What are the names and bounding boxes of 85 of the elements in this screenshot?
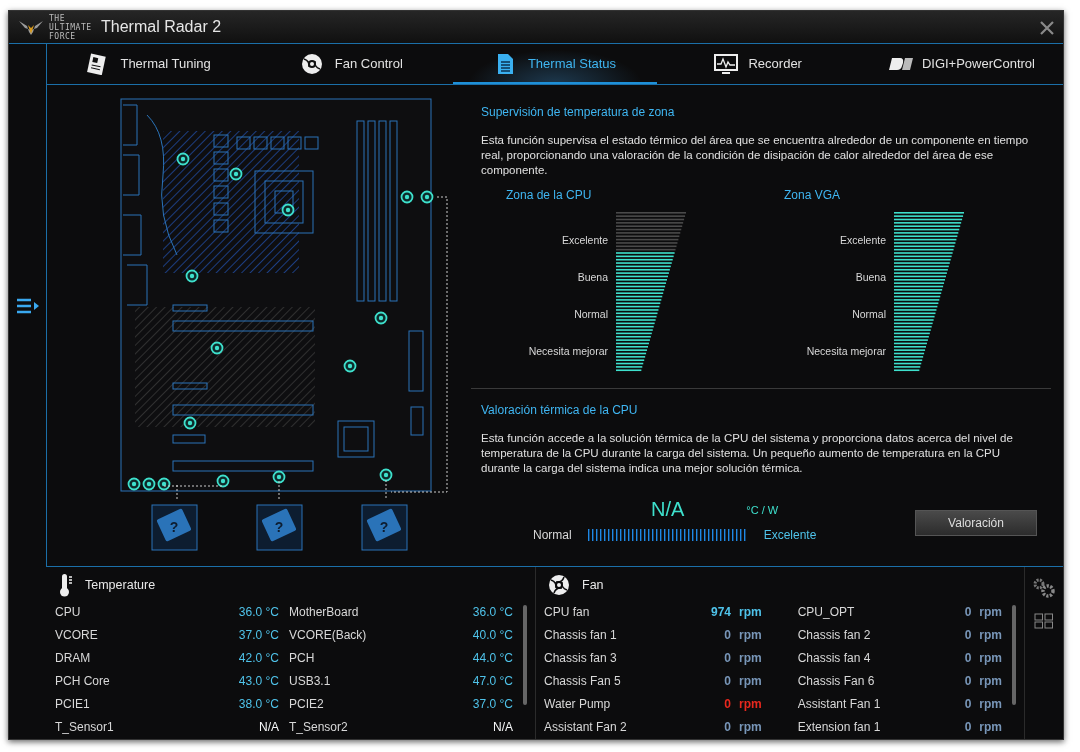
panel-title: Temperature xyxy=(85,576,156,594)
sensor-value: 43.0 °C xyxy=(238,673,279,690)
scrollbar[interactable] xyxy=(523,605,527,705)
zone-title: Zona de la CPU xyxy=(505,187,593,204)
settings-icon[interactable] xyxy=(1032,577,1056,599)
rating-value: N/A xyxy=(651,497,685,522)
fan-name: CPU fan xyxy=(544,604,591,621)
fan-icon xyxy=(548,574,570,596)
meter-label: Excelente xyxy=(839,232,886,248)
fan-name: Chassis Fan 6 xyxy=(797,673,876,690)
sensor-name: PCH xyxy=(289,650,316,667)
fan-speed: 0 rpm xyxy=(723,696,763,713)
sensor-value: 47.0 °C xyxy=(472,673,513,690)
window-title: Thermal Radar 2 xyxy=(101,17,222,37)
meter-label: Necesita mejorar xyxy=(528,343,608,359)
rating-button[interactable]: Valoración xyxy=(915,510,1037,536)
tab[interactable]: Fan Control xyxy=(250,44,454,84)
section-title: Valoración térmica de la CPU xyxy=(481,402,639,419)
fan-speed: 0 rpm xyxy=(964,627,1002,644)
fan-name: Water Pump xyxy=(544,696,612,713)
monitor-chart-icon xyxy=(714,53,741,75)
description-text: Esta función supervisa el estado térmico del área que se encuentra alrededor de un componente en tiempo real, proporcionando una valoración de la condición de disipación de calor alrededor del área de ese componente. xyxy=(481,133,1030,178)
sensor-name: MotherBoard xyxy=(289,604,360,621)
fan-name: Chassis Fan 5 xyxy=(544,673,622,690)
close-button[interactable] xyxy=(1039,18,1055,36)
meter-label: Excelente xyxy=(561,232,608,248)
sensor-name: USB3.1 xyxy=(289,673,332,690)
fan-name: Assistant Fan 1 xyxy=(797,696,882,713)
fan-name: CPU_OPT xyxy=(797,604,856,621)
fan-name: Extension fan 1 xyxy=(797,719,882,736)
fan-speed: 0 rpm xyxy=(964,673,1002,690)
section-title: Supervisión de temperatura de zona xyxy=(481,104,676,121)
meter-label: Normal xyxy=(852,306,886,322)
meter-label: Buena xyxy=(855,269,886,285)
fan-name: Assistant Fan 2 xyxy=(544,719,628,736)
thermometer-icon xyxy=(59,573,73,597)
meter-label: Buena xyxy=(577,269,608,285)
sensor-value: 40.0 °C xyxy=(472,627,513,644)
zone-title: Zona VGA xyxy=(783,187,842,204)
sensor-value: 44.0 °C xyxy=(472,650,513,667)
fan-speed: 974 rpm xyxy=(710,604,763,621)
sensor-value: N/A xyxy=(492,719,513,736)
fan-name: Chassis fan 2 xyxy=(797,627,872,644)
sensor-value: N/A xyxy=(258,719,279,736)
meter-label: Normal xyxy=(574,306,608,322)
grid-view-icon[interactable] xyxy=(1034,613,1054,629)
sensor-value: 37.0 °C xyxy=(472,696,513,713)
sensor-name: T_Sensor2 xyxy=(289,719,349,736)
fan-name: Chassis fan 1 xyxy=(544,627,618,644)
sensor-value: 37.0 °C xyxy=(238,627,279,644)
sensor-value: 38.0 °C xyxy=(238,696,279,713)
tab[interactable]: Recorder xyxy=(656,44,860,84)
sensor-name: PCH Core xyxy=(55,673,111,690)
wings-logo-icon xyxy=(17,18,45,36)
unit-label: °C / W xyxy=(746,502,779,518)
fan-name: Chassis fan 4 xyxy=(797,650,872,667)
fan-name: Chassis fan 3 xyxy=(544,650,618,667)
logo-text: THE ULTIMATE FORCE xyxy=(49,13,93,41)
sensor-name: CPU xyxy=(55,604,82,621)
panel-title: Fan xyxy=(582,576,604,594)
tab[interactable]: Thermal Tuning xyxy=(47,44,251,84)
sensor-value: 36.0 °C xyxy=(238,604,279,621)
fan-speed: 0 rpm xyxy=(964,719,1002,736)
fan-speed: 0 rpm xyxy=(723,719,763,736)
meter-track xyxy=(616,212,686,251)
fan-speed: 0 rpm xyxy=(964,650,1002,667)
fan-speed: 0 rpm xyxy=(723,627,763,644)
sensor-name: VCORE(Back) xyxy=(289,627,368,644)
sensor-name: PCIE2 xyxy=(289,696,325,713)
fan-speed: 0 rpm xyxy=(964,604,1002,621)
sensor-value: 36.0 °C xyxy=(472,604,513,621)
meter-label: Necesita mejorar xyxy=(806,343,886,359)
description-text: Esta función accede a la solución térmica de la CPU del sistema y proporciona datos acerca del nivel de temperatura de la CPU durante la carga del sistema. Un pequeño aumento de temperatura en la CPU durante la carga del sistema indica una mejor solución térmica. xyxy=(481,431,1014,476)
scale-low-label: Normal xyxy=(533,527,572,544)
sensor-name: DRAM xyxy=(55,650,92,667)
sensor-name: VCORE xyxy=(55,627,99,644)
sensor-name: PCIE1 xyxy=(55,696,91,713)
scale-high-label: Excelente xyxy=(763,527,817,544)
fan-speed: 0 rpm xyxy=(723,673,763,690)
fan-speed: 0 rpm xyxy=(964,696,1002,713)
sensor-value: 42.0 °C xyxy=(238,650,279,667)
fan-speed: 0 rpm xyxy=(723,650,763,667)
scrollbar[interactable] xyxy=(1012,605,1016,705)
tab[interactable]: DIGI+PowerControl xyxy=(859,44,1063,84)
sensor-name: T_Sensor1 xyxy=(55,719,115,736)
